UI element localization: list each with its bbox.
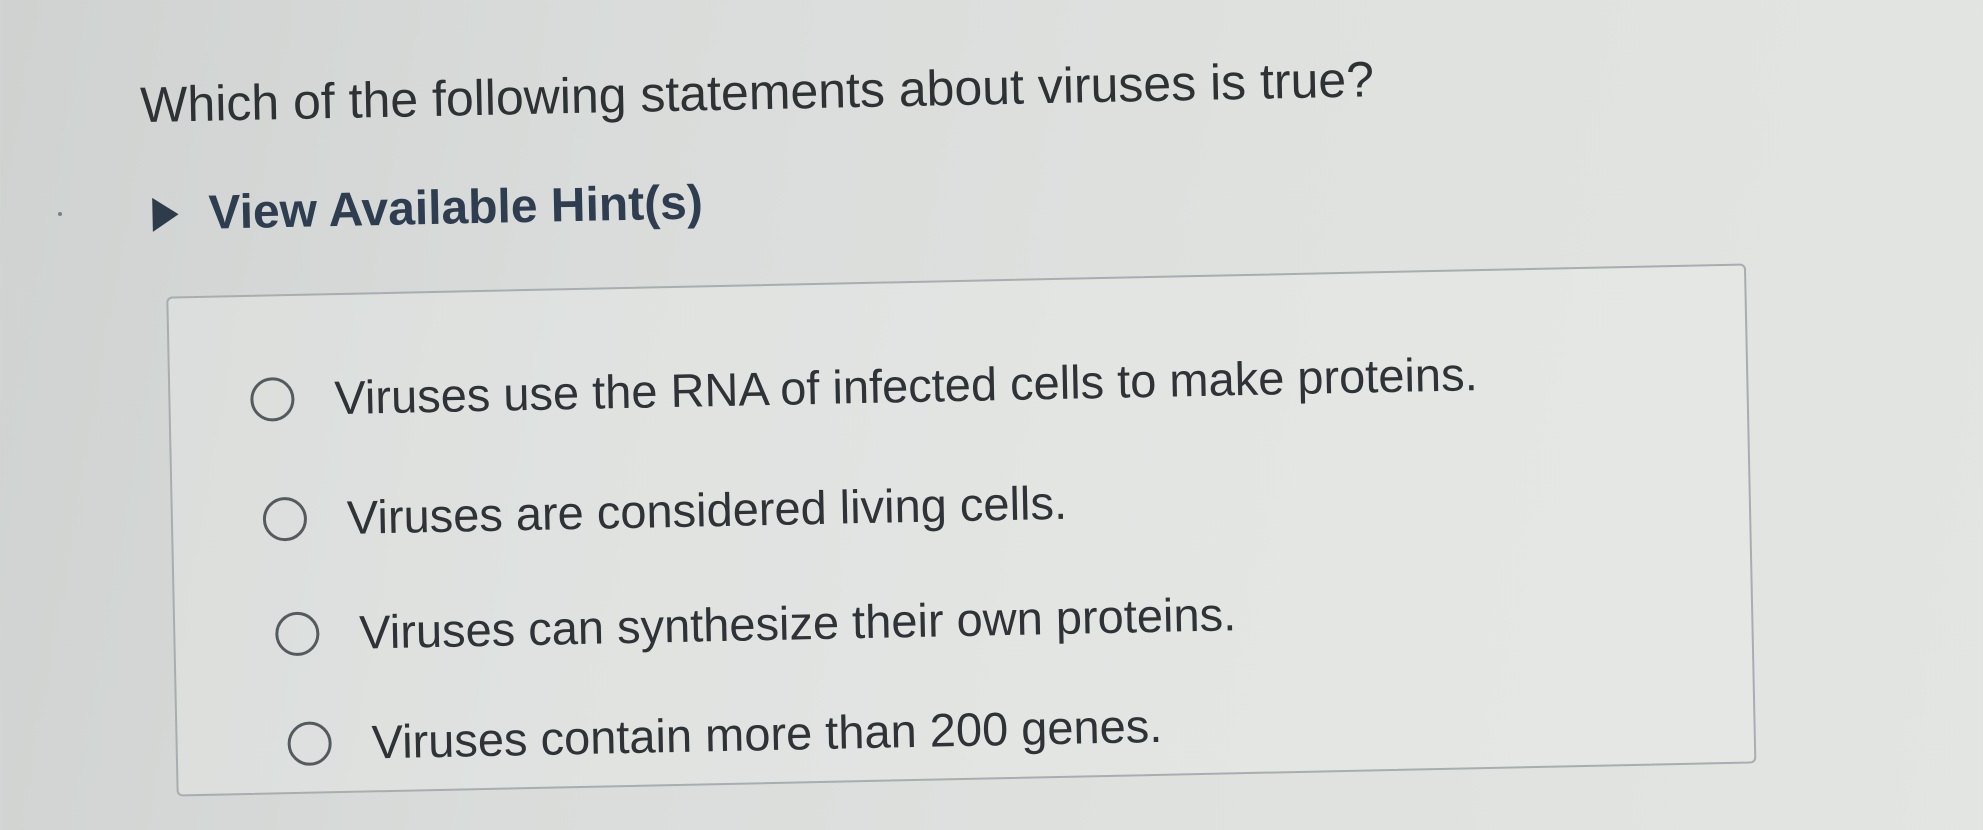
answer-option[interactable]: Viruses are considered living cells. <box>262 475 1067 547</box>
answer-option-label: Viruses contain more than 200 genes. <box>371 698 1163 769</box>
answer-option[interactable]: Viruses contain more than 200 genes. <box>287 698 1163 771</box>
radio-button[interactable] <box>249 376 295 422</box>
question-screen: Which of the following statements about … <box>0 0 1983 830</box>
question-prompt: Which of the following statements about … <box>139 51 1375 134</box>
view-hints-toggle[interactable]: View Available Hint(s) <box>152 175 703 242</box>
answer-option-label: Viruses are considered living cells. <box>346 475 1068 544</box>
answer-options-panel: Viruses use the RNA of infected cells to… <box>166 263 1757 797</box>
view-hints-label: View Available Hint(s) <box>207 176 704 240</box>
radio-button[interactable] <box>274 610 320 656</box>
answer-option[interactable]: Viruses use the RNA of infected cells to… <box>249 346 1479 427</box>
answer-option-label: Viruses use the RNA of infected cells to… <box>333 347 1479 425</box>
answer-option[interactable]: Viruses can synthesize their own protein… <box>274 586 1237 661</box>
radio-button[interactable] <box>262 496 308 542</box>
answer-option-label: Viruses can synthesize their own protein… <box>358 587 1237 659</box>
radio-button[interactable] <box>287 720 333 766</box>
caret-right-icon <box>152 196 179 232</box>
